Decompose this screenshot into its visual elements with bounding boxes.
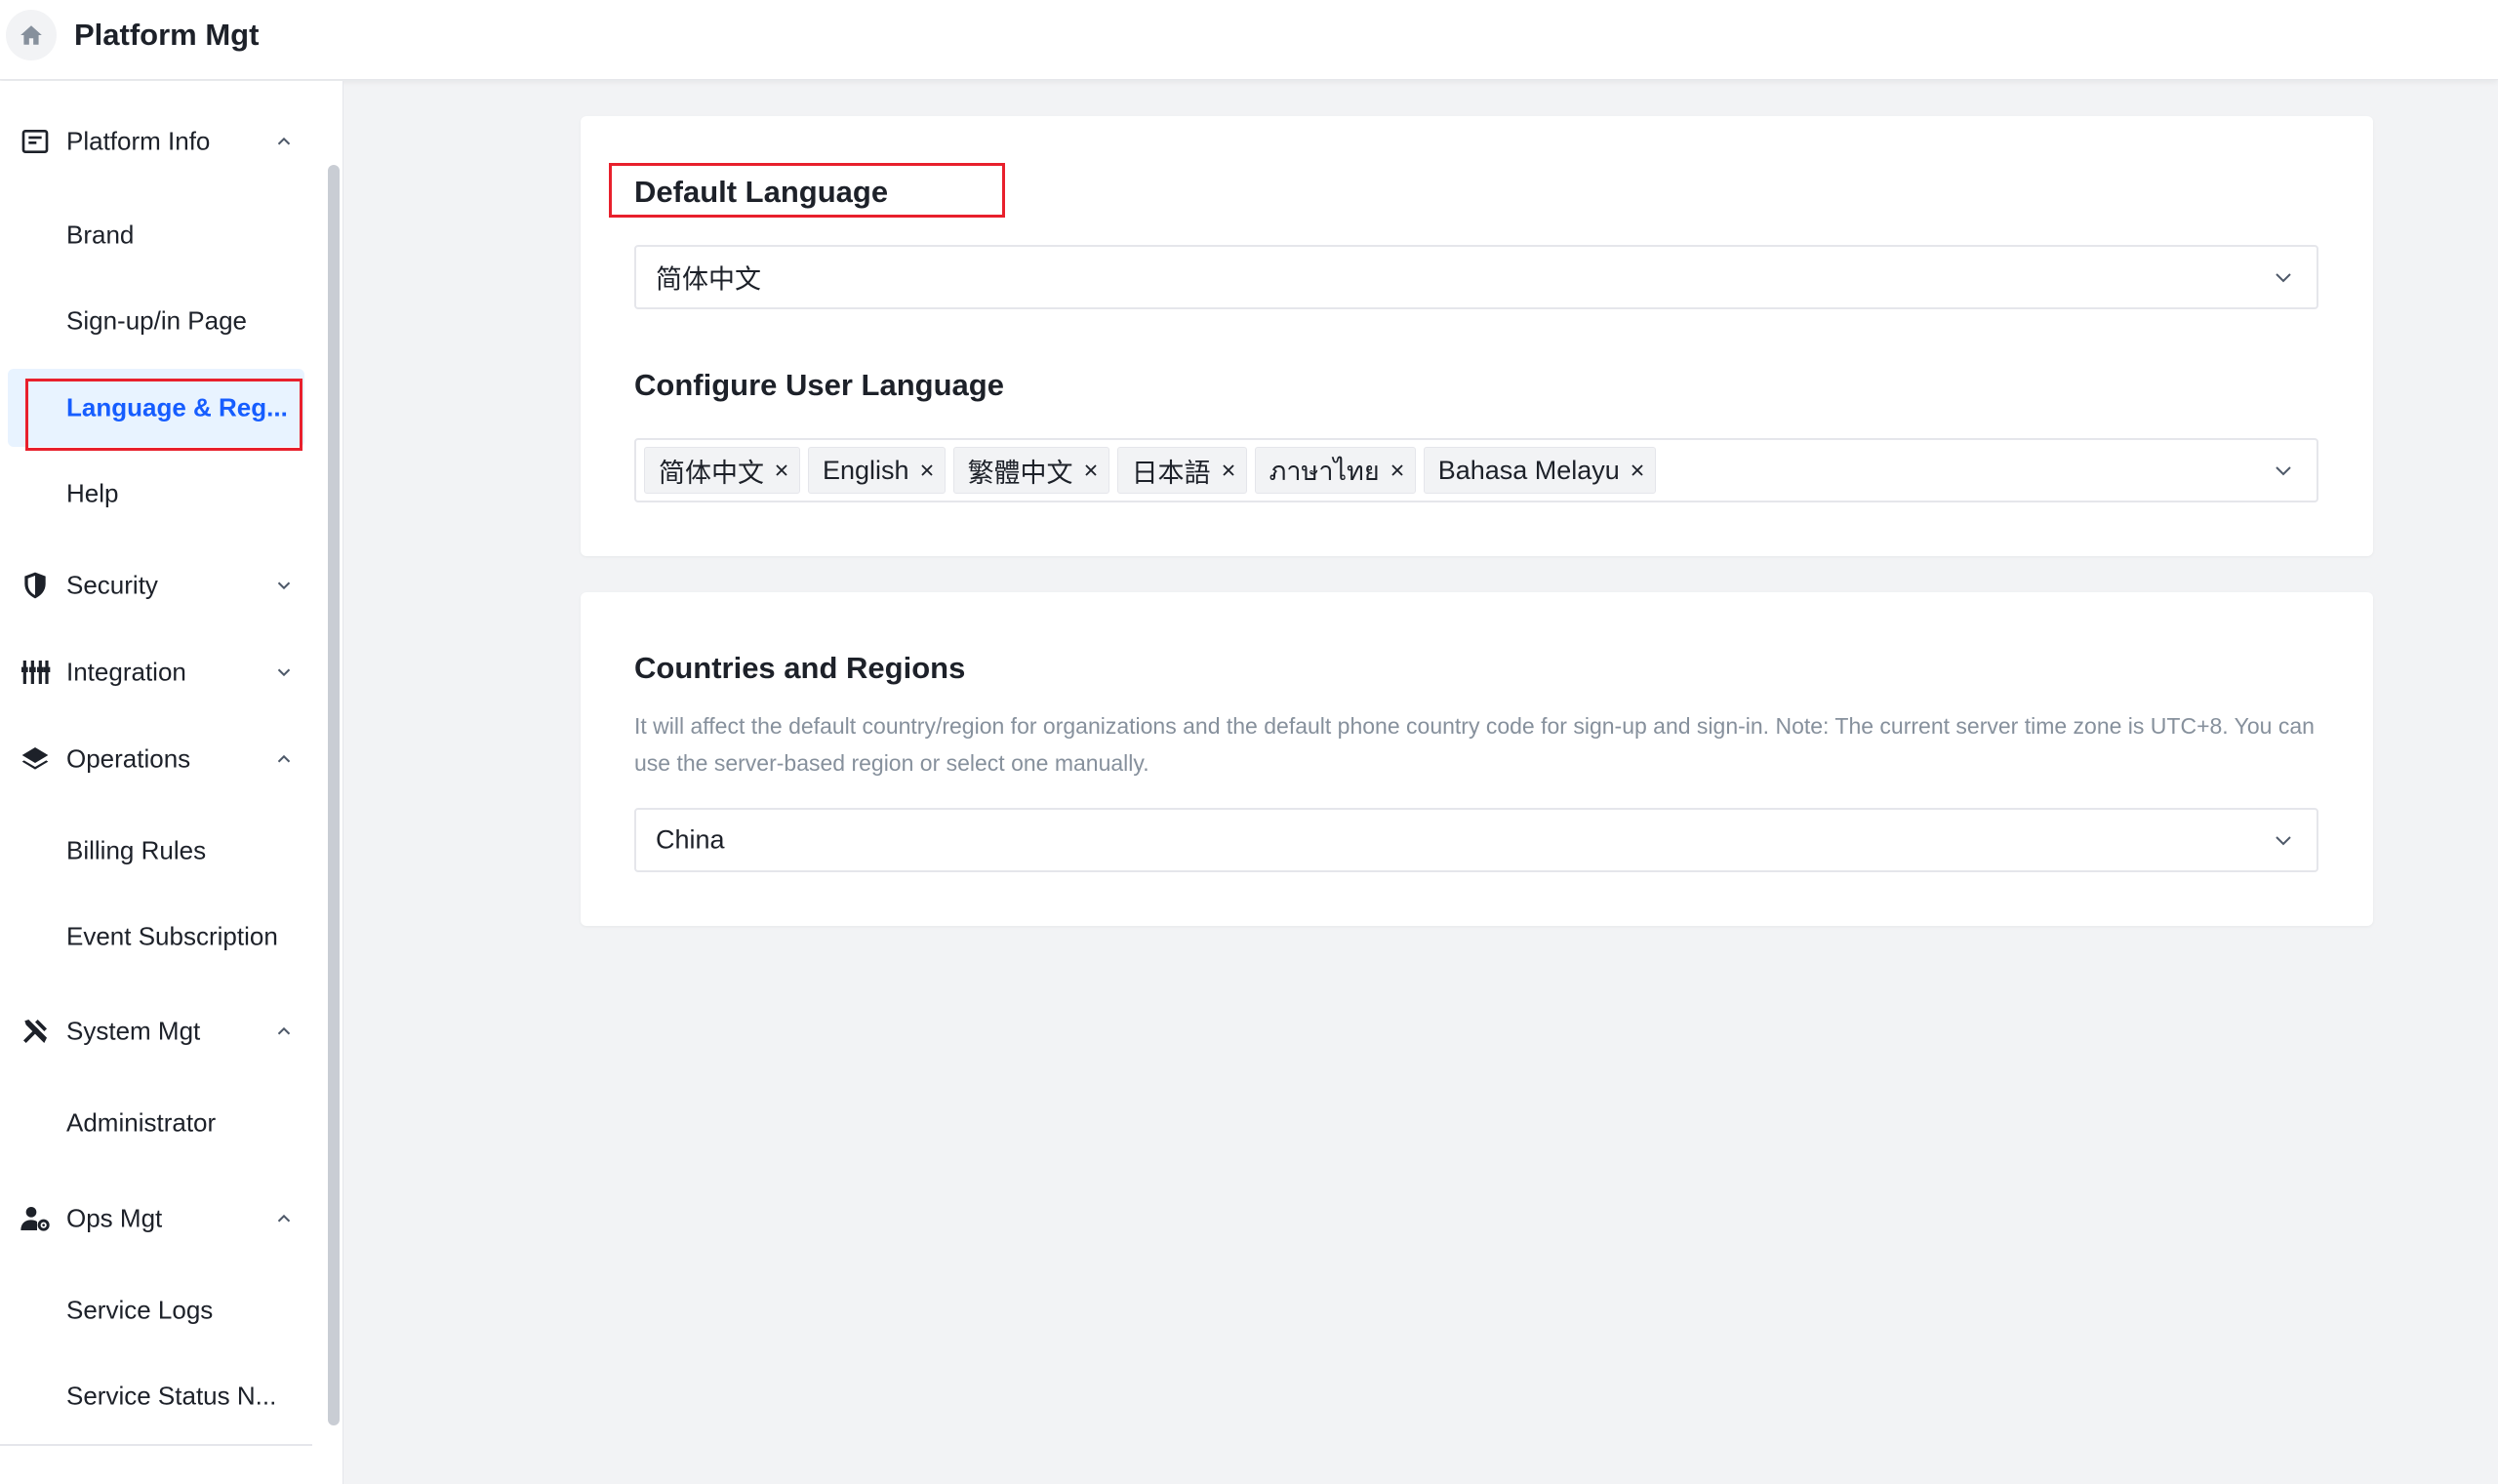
tag-label: English: [823, 455, 909, 485]
sidebar-item-service-status[interactable]: Service Status N...: [8, 1357, 304, 1435]
shield-icon: [24, 572, 46, 599]
language-tag: 简体中文: [644, 447, 800, 494]
sidebar-item-label: Brand: [66, 220, 135, 250]
countries-regions-description: It will affect the default country/regio…: [634, 713, 2315, 776]
chevron-up-icon: [277, 1026, 291, 1035]
form-icon: [21, 130, 49, 153]
language-tag: 繁體中文: [952, 447, 1109, 494]
app-title: Platform Mgt: [74, 18, 260, 52]
sidebar-item-event-subscription[interactable]: Event Subscription: [8, 898, 304, 976]
close-icon[interactable]: [772, 461, 791, 480]
sidebar-group-system-mgt[interactable]: System Mgt: [0, 997, 312, 1065]
sidebar-scrollbar[interactable]: [328, 165, 340, 1425]
sidebar-item-billing-rules[interactable]: Billing Rules: [8, 812, 304, 890]
sidebar-item-label: Administrator: [66, 1107, 217, 1138]
language-tag: ภาษาไทย: [1254, 447, 1416, 494]
sidebar: Platform Info Brand Sign-up/in Page Lang…: [0, 81, 343, 1484]
close-icon[interactable]: [1388, 461, 1407, 480]
language-tag: Bahasa Melayu: [1423, 447, 1656, 494]
default-language-value: 简体中文: [656, 264, 761, 295]
language-tag: English: [808, 447, 946, 494]
sidebar-group-platform-info[interactable]: Platform Info: [0, 107, 312, 176]
sidebar-group-label: Security: [66, 570, 158, 600]
chevron-down-icon: [277, 668, 291, 677]
sidebar-item-label: Sign-up/in Page: [66, 305, 248, 336]
sidebar-group-security[interactable]: Security: [0, 551, 312, 620]
language-settings-card: Default Language 简体中文 Configure User Lan…: [581, 116, 2373, 556]
language-tag-list: 简体中文 English 繁體中文 日本語 ภาษาไทย Bahasa Mel…: [644, 447, 1656, 494]
sidebar-group-label: Integration: [66, 657, 186, 687]
close-icon[interactable]: [917, 461, 937, 480]
sidebar-group-label: Platform Info: [66, 126, 211, 156]
chevron-down-icon: [277, 582, 291, 590]
region-settings-card: Countries and Regions It will affect the…: [581, 592, 2373, 926]
sidebar-item-label: Language & Reg...: [66, 392, 288, 422]
sidebar-group-operations[interactable]: Operations: [0, 725, 312, 793]
chevron-down-icon: [2276, 836, 2291, 846]
sidebar-group-label: Ops Mgt: [66, 1203, 163, 1233]
sidebar-group-label: Operations: [66, 743, 191, 774]
user-language-multiselect[interactable]: 简体中文 English 繁體中文 日本語 ภาษาไทย Bahasa Mel…: [634, 438, 2318, 502]
top-header: Platform Mgt: [0, 0, 2498, 80]
layers-icon: [21, 747, 49, 770]
home-icon: [20, 25, 42, 45]
tag-label: 简体中文: [659, 458, 764, 488]
close-icon[interactable]: [1081, 461, 1101, 480]
default-language-select[interactable]: 简体中文: [634, 245, 2318, 309]
tag-label: Bahasa Melayu: [1437, 455, 1620, 485]
country-region-value: China: [656, 824, 725, 855]
country-region-select[interactable]: China: [634, 808, 2318, 872]
sidebar-item-label: Service Status N...: [66, 1381, 277, 1411]
tools-icon: [23, 1020, 47, 1043]
sidebar-group-label: System Mgt: [66, 1016, 201, 1046]
sidebar-item-label: Help: [66, 478, 119, 508]
sidebar-item-brand[interactable]: Brand: [8, 196, 304, 274]
tag-label: 日本語: [1131, 458, 1211, 488]
close-icon[interactable]: [1628, 461, 1647, 480]
sidebar-item-help[interactable]: Help: [8, 455, 304, 533]
sidebar-item-signup-page[interactable]: Sign-up/in Page: [8, 282, 304, 360]
sidebar-item-administrator[interactable]: Administrator: [8, 1084, 304, 1162]
language-tag: 日本語: [1116, 447, 1247, 494]
home-button[interactable]: [6, 10, 57, 60]
sidebar-item-service-logs[interactable]: Service Logs: [8, 1271, 304, 1349]
chevron-down-icon: [2276, 466, 2291, 476]
countries-regions-title: Countries and Regions: [634, 651, 966, 685]
sliders-icon: [21, 661, 51, 684]
sidebar-group-ops-mgt[interactable]: Ops Mgt: [0, 1184, 312, 1253]
chevron-up-icon: [277, 754, 291, 763]
sidebar-item-label: Event Subscription: [66, 921, 278, 951]
sidebar-item-label: Service Logs: [66, 1295, 214, 1325]
tag-label: 繁體中文: [967, 458, 1073, 488]
sidebar-item-language-region[interactable]: Language & Reg...: [8, 369, 304, 447]
chevron-up-icon: [277, 137, 291, 145]
user-gear-icon: [20, 1207, 50, 1231]
chevron-up-icon: [277, 1214, 291, 1223]
sidebar-group-integration[interactable]: Integration: [0, 638, 312, 706]
configure-user-language-title: Configure User Language: [634, 368, 1004, 402]
tag-label: ภาษาไทย: [1269, 456, 1380, 486]
default-language-title: Default Language: [634, 175, 889, 209]
close-icon[interactable]: [1219, 461, 1238, 480]
sidebar-divider: [0, 1444, 312, 1446]
chevron-down-icon: [2276, 273, 2291, 283]
sidebar-item-label: Billing Rules: [66, 835, 207, 865]
